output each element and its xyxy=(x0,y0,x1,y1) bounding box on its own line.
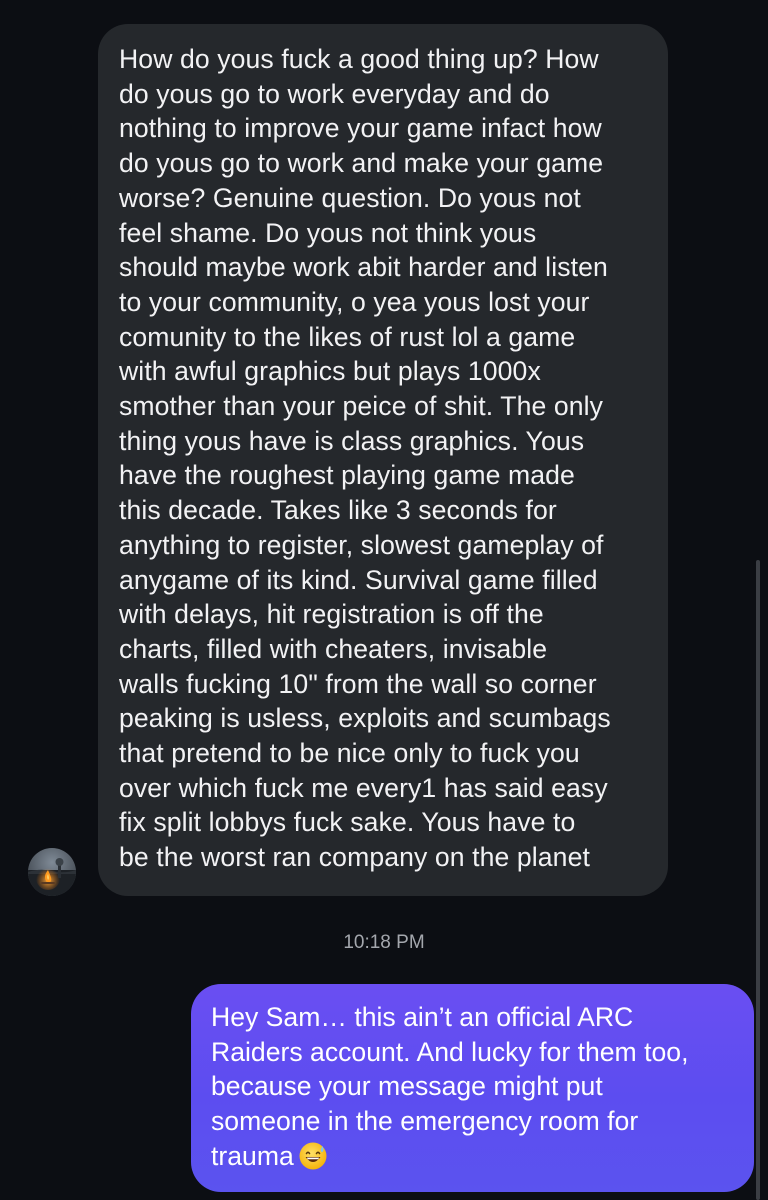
message-timestamp: 10:18 PM xyxy=(343,932,425,953)
campfire-avatar-icon xyxy=(28,848,76,896)
message-thread[interactable]: How do yous fuck a good thing up? How do… xyxy=(0,0,768,1200)
incoming-message-text: How do yous fuck a good thing up? How do… xyxy=(119,44,611,873)
outgoing-message-text: Hey Sam… this ain’t an official ARC Raid… xyxy=(211,1002,689,1171)
scrollbar[interactable] xyxy=(756,560,760,1200)
sender-avatar[interactable] xyxy=(28,848,76,896)
grinning-sweat-emoji-icon xyxy=(298,1141,328,1180)
incoming-message-bubble[interactable]: How do yous fuck a good thing up? How do… xyxy=(98,24,668,896)
outgoing-message-bubble[interactable]: Hey Sam… this ain’t an official ARC Raid… xyxy=(191,984,754,1192)
